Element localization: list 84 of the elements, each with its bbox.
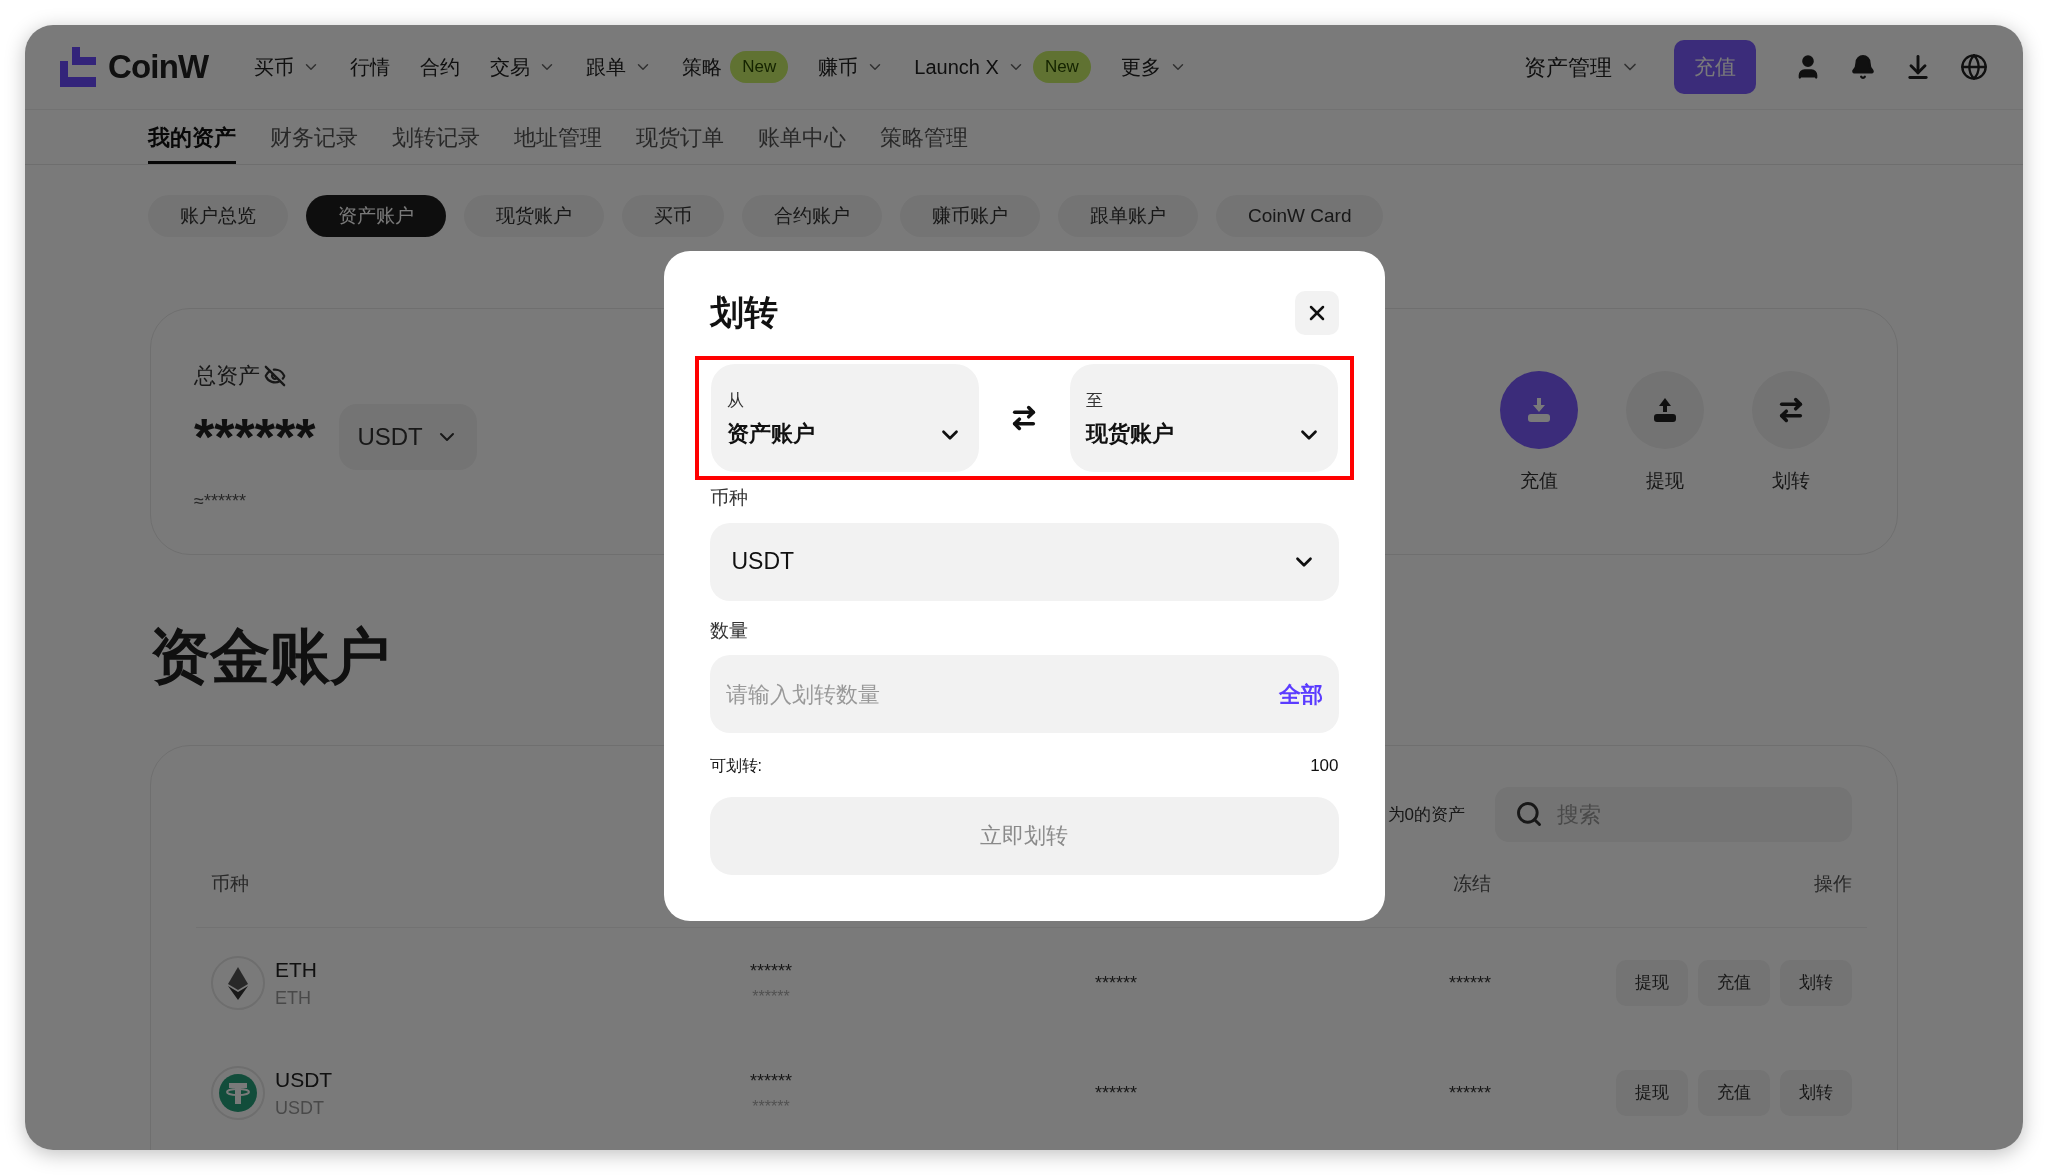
approx-amount: ≈****** [194, 490, 247, 513]
upload-icon [1651, 396, 1679, 424]
globe-icon[interactable] [1960, 53, 1988, 81]
search-icon [1515, 800, 1543, 828]
deposit-button[interactable]: 充值 [1674, 40, 1756, 94]
account-select[interactable]: 至 现货账户 [1069, 364, 1338, 472]
table-cell-text: ****** [750, 959, 792, 983]
table-cell-text: ****** [1095, 1081, 1137, 1105]
select-label: 至 [1085, 389, 1104, 412]
account-select[interactable]: 从 资产账户 [710, 364, 979, 472]
account-tab[interactable]: 买币 [622, 195, 724, 237]
account-tab[interactable]: 合约账户 [742, 195, 882, 237]
amount-field[interactable]: 请输入划转数量 全部 [709, 655, 1339, 733]
total-amount: ****** [194, 411, 316, 463]
table-cell-text: ****** [1095, 971, 1137, 995]
account-tab[interactable]: 赚币账户 [900, 195, 1040, 237]
table-cell-text: ****** [752, 986, 790, 1007]
bell-icon[interactable] [1850, 54, 1876, 80]
coin-label: 币种 [709, 486, 749, 510]
table-cell-text: ****** [752, 1096, 790, 1117]
sub-tab[interactable]: 财务记录 [270, 114, 358, 164]
row-action-button[interactable]: 提现 [1616, 1070, 1688, 1116]
select-value: 资产账户 [726, 420, 815, 448]
total-assets-label: 总资产 [194, 362, 260, 390]
account-tab[interactable]: 现货账户 [464, 195, 604, 237]
nav-menu-item[interactable]: 赚币 [818, 52, 885, 82]
account-tab[interactable]: 资产账户 [306, 195, 446, 237]
coin-symbol: ETH [275, 956, 317, 983]
account-tab[interactable]: 跟单账户 [1058, 195, 1198, 237]
logo-text: CoinW [108, 47, 209, 88]
select-label: 从 [726, 389, 745, 412]
swap-button[interactable] [1010, 404, 1038, 432]
swap-icon [1010, 404, 1038, 432]
sub-tab[interactable]: 账单中心 [758, 114, 846, 164]
row-action-button[interactable]: 提现 [1616, 960, 1688, 1006]
select-value: 现货账户 [1085, 420, 1174, 448]
ether-coin-icon [211, 956, 265, 1010]
amount-label: 数量 [709, 618, 749, 643]
available-label: 可划转: [709, 755, 762, 776]
transfer-icon [1777, 396, 1805, 424]
logo-icon [60, 47, 96, 87]
hide-zero-label: 为0的资产 [1387, 803, 1465, 826]
coin-symbol: USDT [275, 1066, 333, 1093]
coin-select[interactable]: USDT [709, 522, 1339, 601]
section-title: 资金账户 [150, 623, 390, 690]
sub-tab[interactable]: 现货订单 [636, 114, 724, 164]
table-cell-text: ****** [1448, 971, 1491, 995]
dialog-title: 划转 [709, 292, 778, 333]
new-badge: New [1032, 51, 1091, 83]
available-amount: 100 [1310, 755, 1339, 777]
row-action-button[interactable]: 划转 [1780, 1070, 1852, 1116]
nav-menu-item[interactable]: 策略 [682, 52, 723, 82]
nav-menu-item[interactable]: 更多 [1120, 52, 1187, 82]
sub-tab[interactable]: 我的资产 [148, 114, 236, 164]
row-action-button[interactable]: 划转 [1780, 960, 1852, 1006]
download-icon [1525, 396, 1553, 424]
action-label: 提现 [1646, 469, 1684, 493]
row-action-button[interactable]: 充值 [1698, 1070, 1770, 1116]
sub-tab[interactable]: 地址管理 [514, 114, 602, 164]
currency-select[interactable]: USDT [339, 404, 477, 470]
row-action-button[interactable]: 充值 [1698, 960, 1770, 1006]
column-header: 操作 [1814, 872, 1852, 897]
table-cell-text: ****** [1448, 1081, 1491, 1105]
close-button[interactable] [1294, 290, 1339, 335]
asset-management-menu[interactable]: 资产管理 [1524, 50, 1640, 84]
nav-menu-item[interactable]: 跟单 [586, 52, 653, 82]
nav-menu-item[interactable]: Launch X [914, 52, 1025, 82]
account-tab[interactable]: 账户总览 [148, 195, 288, 237]
nav-menu-item[interactable]: 买币 [254, 52, 321, 82]
eye-off-icon[interactable] [264, 364, 286, 387]
action-label: 充值 [1520, 469, 1558, 493]
tether-coin-icon [211, 1066, 265, 1120]
table-cell-text: ****** [750, 1069, 792, 1093]
sub-tab[interactable]: 划转记录 [392, 114, 480, 164]
nav-menu-item[interactable]: 行情 [350, 52, 391, 82]
account-tab[interactable]: CoinW Card [1216, 195, 1384, 237]
max-button[interactable]: 全部 [1278, 677, 1323, 711]
new-badge: New [730, 51, 789, 83]
column-header: 币种 [211, 872, 249, 897]
nav-menu-item[interactable]: 合约 [420, 52, 461, 82]
sub-tab[interactable]: 策略管理 [880, 114, 968, 164]
nav-menu-item[interactable]: 交易 [490, 52, 557, 82]
action-label: 划转 [1772, 469, 1810, 493]
column-header: 冻结 [1453, 872, 1491, 897]
